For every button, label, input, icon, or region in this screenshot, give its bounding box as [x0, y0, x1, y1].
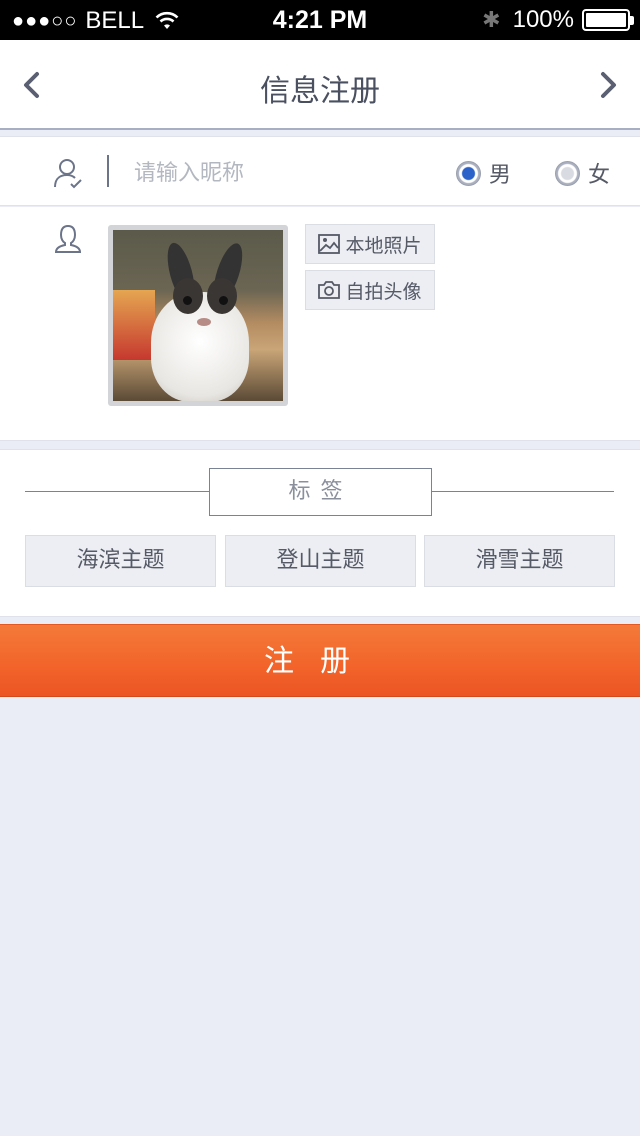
battery-percent: 100% — [512, 6, 574, 33]
gender-label-male: 男 — [489, 163, 512, 188]
divider — [432, 491, 614, 492]
navigation-bar: 信息注册 — [0, 40, 640, 130]
gender-radio-female[interactable]: 女 — [555, 157, 610, 189]
page-title: 信息注册 — [260, 74, 380, 109]
divider — [107, 155, 109, 187]
radio-unselected-icon[interactable] — [555, 160, 580, 186]
nickname-input[interactable] — [134, 155, 414, 191]
chevron-right-icon[interactable] — [592, 70, 622, 100]
gender-radio-male[interactable]: 男 — [456, 157, 511, 189]
register-button[interactable]: 注册 — [0, 624, 640, 697]
radio-selected-icon[interactable] — [456, 160, 481, 186]
nickname-row: 男 女 — [0, 136, 640, 206]
tags-section: 标签 海滨主题 登山主题 滑雪主题 — [0, 449, 640, 617]
status-bar: ●●●○○ BELL 4:21 PM ✱ 100% — [0, 0, 640, 40]
tag-button-mountain[interactable]: 登山主题 — [225, 535, 416, 587]
user-check-icon — [54, 159, 82, 189]
status-right: ✱ 100% — [482, 6, 634, 34]
selfie-label: 自拍头像 — [345, 280, 422, 303]
local-photo-button[interactable]: 本地照片 — [305, 224, 435, 264]
avatar-photo[interactable] — [108, 225, 288, 406]
tag-button-seaside[interactable]: 海滨主题 — [25, 535, 216, 587]
bluetooth-icon: ✱ — [482, 7, 501, 32]
divider — [25, 491, 209, 492]
image-icon — [318, 234, 341, 254]
avatar-row: 本地照片 自拍头像 — [0, 207, 640, 441]
local-photo-label: 本地照片 — [345, 234, 422, 257]
battery-icon — [582, 9, 634, 31]
person-outline-icon — [54, 224, 82, 253]
camera-icon — [318, 281, 341, 299]
tags-title: 标签 — [209, 468, 432, 516]
selfie-button[interactable]: 自拍头像 — [305, 270, 435, 310]
tag-button-ski[interactable]: 滑雪主题 — [424, 535, 615, 587]
gender-label-female: 女 — [588, 163, 611, 188]
